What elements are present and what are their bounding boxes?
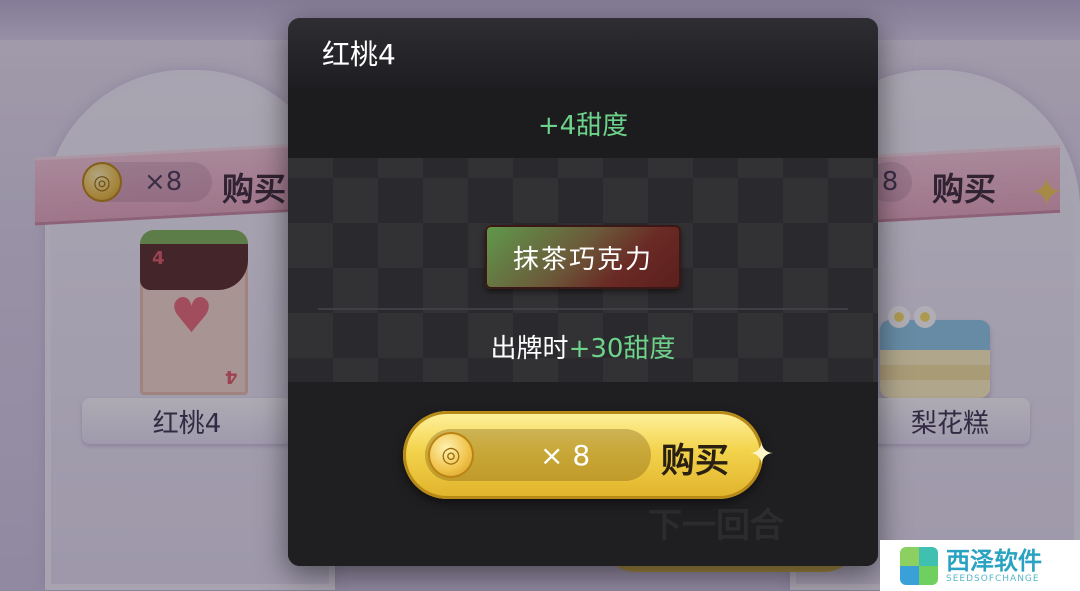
modal-header: 红桃4	[288, 18, 878, 89]
tag-effect-value: +30甜度	[568, 333, 676, 364]
watermark: 西泽软件 SEEDSOFCHANGE	[880, 540, 1080, 591]
watermark-title: 西泽软件	[946, 546, 1042, 575]
item-detail-modal: 红桃4 +4甜度 抹茶巧克力 出牌时 +30甜度 下一回合 ◎ × 8 购买 ✦	[288, 18, 878, 566]
next-round-ghost: 下一回合	[648, 506, 784, 546]
watermark-logo-icon	[900, 546, 938, 585]
tag-badge: 抹茶巧克力	[485, 225, 681, 289]
buy-label: 购买	[661, 441, 729, 481]
buy-button[interactable]: ◎ × 8 购买 ✦	[403, 411, 774, 499]
tag-name: 抹茶巧克力	[512, 244, 653, 275]
modal-title: 红桃4	[322, 38, 396, 71]
base-effect-band: +4甜度	[288, 88, 878, 158]
sparkle-icon: ✦	[749, 437, 775, 472]
base-effect-text: +4甜度	[537, 110, 629, 141]
modal-body: +4甜度 抹茶巧克力 出牌时 +30甜度 下一回合 ◎ × 8 购买 ✦	[288, 88, 878, 566]
tag-effect: 出牌时 +30甜度	[288, 310, 878, 382]
coin-icon: ◎	[428, 432, 474, 478]
tag-effect-prefix: 出牌时	[490, 333, 569, 364]
buy-price-pill: ◎ × 8	[425, 429, 651, 481]
buy-qty: × 8	[540, 438, 591, 472]
watermark-subtitle: SEEDSOFCHANGE	[946, 573, 1040, 584]
